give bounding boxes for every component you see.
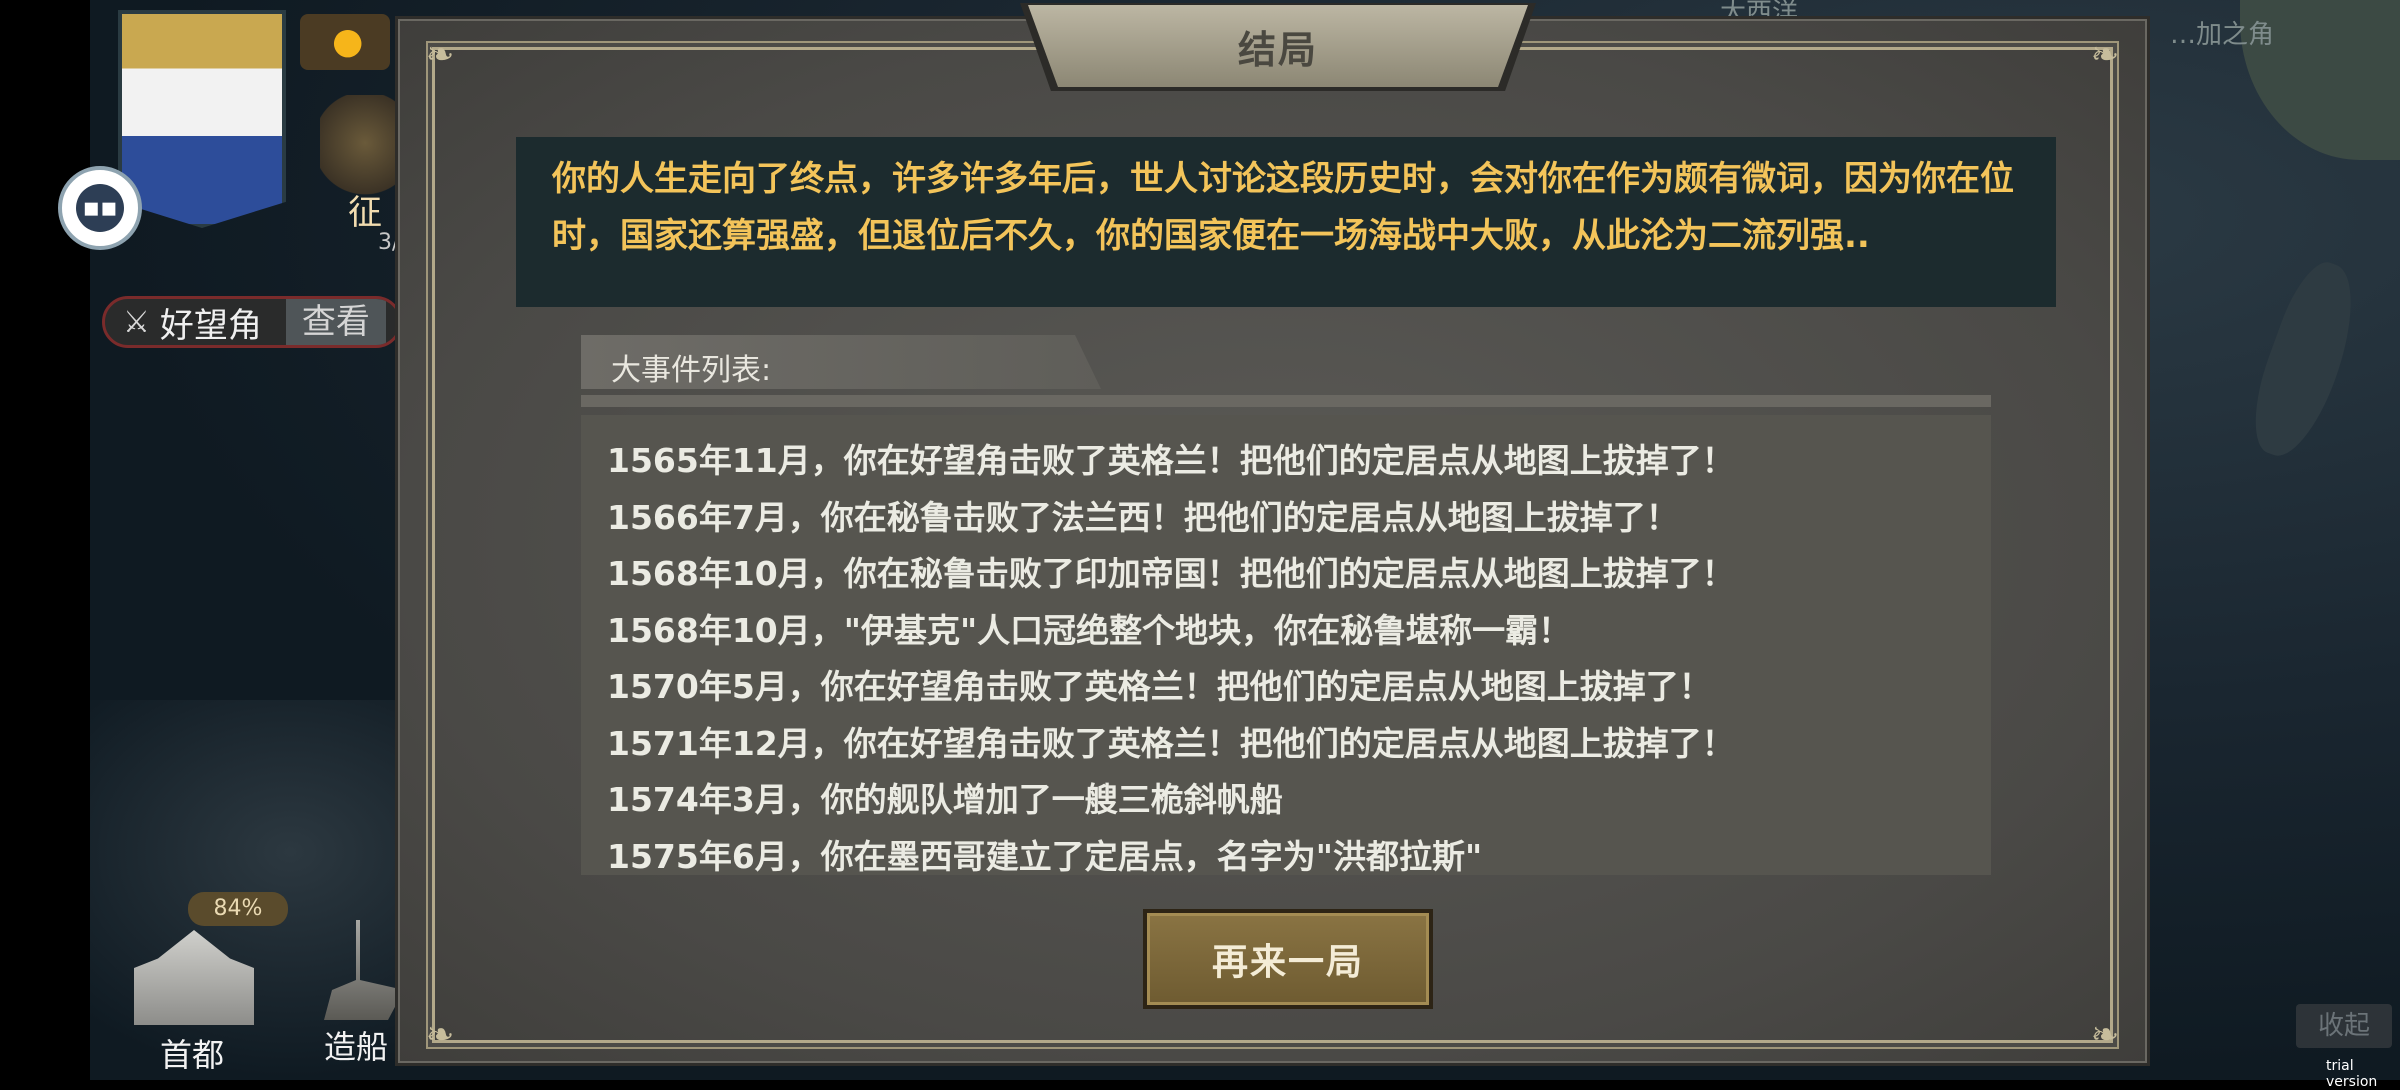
dialog-title: 结局 (1237, 27, 1318, 72)
gold-coin-icon: ● (300, 14, 390, 70)
event-item: 1571年12月，你在好望角击败了英格兰！把他们的定居点从地图上拔掉了！ (607, 723, 1735, 763)
map-island (2237, 254, 2373, 466)
location-name: 好望角 (159, 305, 262, 346)
trial-version-label: trial version (2326, 1058, 2378, 1090)
assistant-avatar[interactable]: ▪▪ (58, 166, 142, 250)
crossed-swords-icon: ⚔ (123, 304, 150, 340)
event-item: 1568年10月，"伊基克"人口冠绝整个地块，你在秘鲁堪称一霸！ (607, 610, 1572, 650)
events-header-label: 大事件列表: (611, 353, 772, 388)
ghost-icon: ▪▪ (76, 184, 124, 232)
corner-ornament-icon: ❧ (425, 35, 455, 75)
view-button[interactable]: 查看 (285, 299, 386, 345)
conquest-label: 征 (348, 193, 382, 233)
ending-dialog: ❧ ❧ ❧ ❧ 结局 你的人生走向了终点，许多许多年后，世人讨论这段历史时，会对… (395, 3, 2150, 1066)
play-again-label: 再来一局 (1211, 942, 1364, 983)
event-item: 1574年3月，你的舰队增加了一艘三桅斜帆船 (607, 780, 1283, 819)
ending-epitaph: 你的人生走向了终点，许多许多年后，世人讨论这段历史时，会对你在作为颇有微词，因为… (516, 137, 2056, 307)
capital-label: 首都 (160, 1036, 225, 1074)
shipbuilding-button[interactable]: 造船 (310, 910, 404, 1070)
collapse-button[interactable]: 收起 (2296, 1004, 2392, 1048)
capital-button[interactable]: 首都 (120, 920, 280, 1074)
ship-icon (324, 920, 404, 1020)
play-again-button[interactable]: 再来一局 (1143, 909, 1433, 1009)
event-item: 1568年10月，你在秘鲁击败了印加帝国！把他们的定居点从地图上拔掉了！ (607, 554, 1735, 593)
event-item: 1566年7月，你在秘鲁击败了法兰西！把他们的定居点从地图上拔掉了！ (607, 497, 1679, 537)
events-divider (581, 395, 1991, 407)
events-list[interactable]: 1565年11月，你在好望角击败了英格兰！把他们的定居点从地图上拔掉了！ 156… (581, 415, 1991, 875)
title-banner: 结局 (1028, 5, 1528, 87)
corner-ornament-icon: ❧ (2090, 1015, 2120, 1055)
corner-ornament-icon: ❧ (425, 1015, 455, 1055)
capital-building-icon (134, 930, 254, 1025)
nation-flag[interactable] (118, 10, 286, 228)
event-item: 1570年5月，你在好望角击败了英格兰！把他们的定居点从地图上拔掉了！ (607, 667, 1712, 706)
events-header: 大事件列表: (581, 335, 1101, 389)
event-item: 1565年11月，你在好望角击败了英格兰！把他们的定居点从地图上拔掉了！ (607, 441, 1735, 480)
map-region-label: …加之角 (2170, 20, 2275, 50)
shipbuilding-label: 造船 (324, 1028, 389, 1066)
event-item: 1575年6月，你在墨西哥建立了定居点，名字为"洪都拉斯" (607, 836, 1483, 876)
location-pill[interactable]: ⚔ 好望角 查看 (102, 296, 402, 348)
corner-ornament-icon: ❧ (2090, 35, 2120, 75)
